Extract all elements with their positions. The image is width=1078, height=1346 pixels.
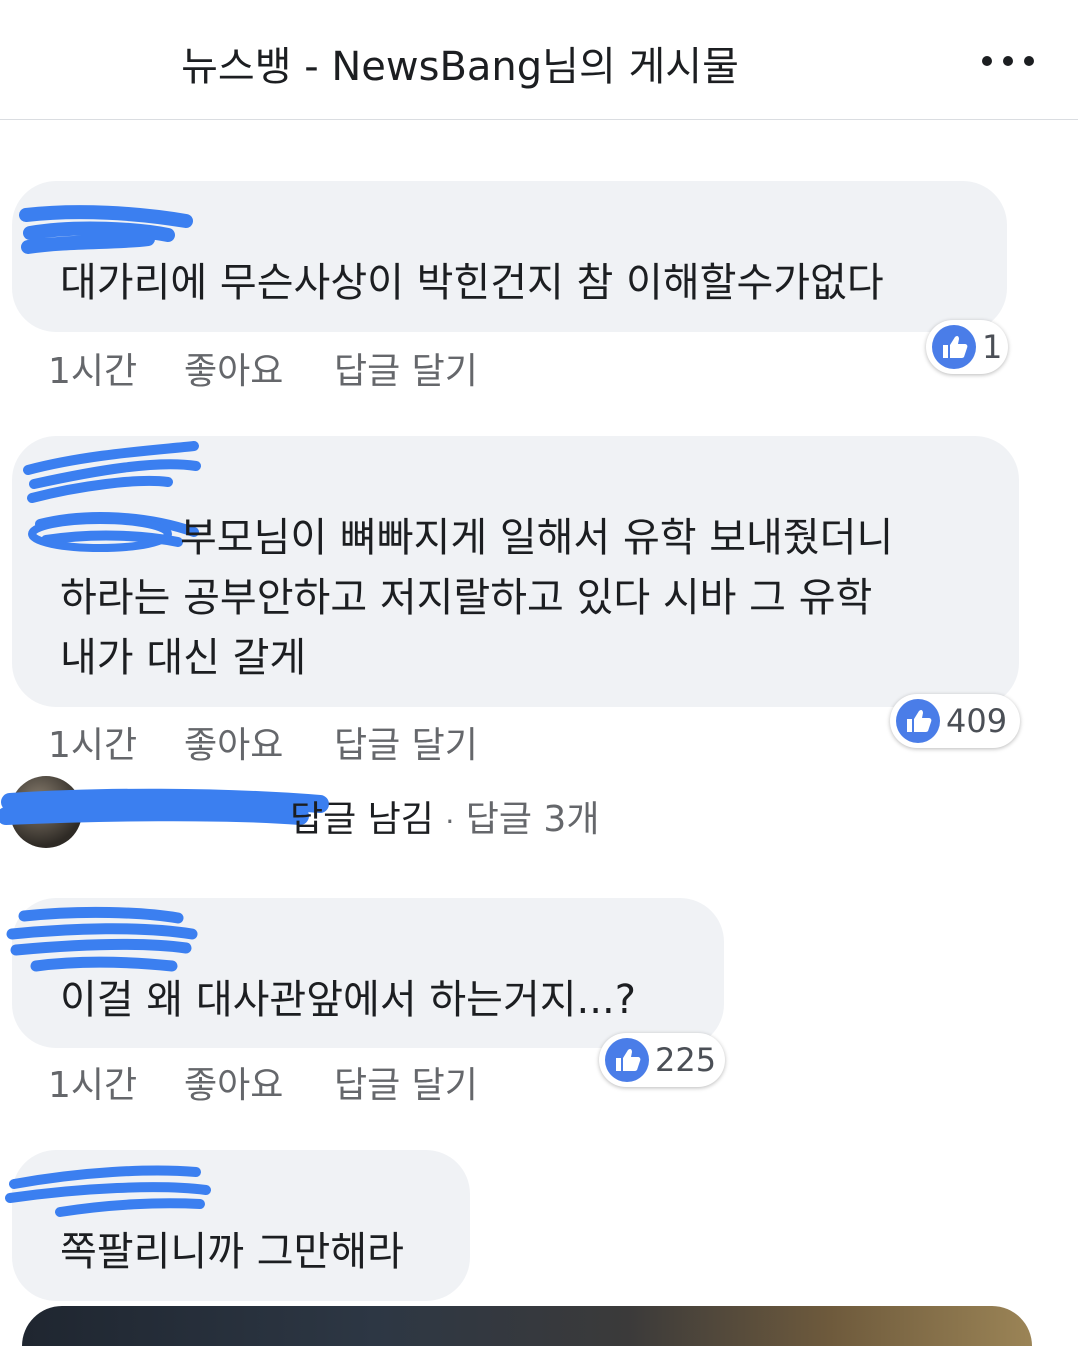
reaction-count-badge[interactable]: 1: [926, 320, 1008, 374]
reply-button[interactable]: 답글 달기: [334, 716, 478, 768]
redacted-name: [5, 1165, 211, 1217]
comment-bubble: 대가리에 무슨사상이 박힌건지 참 이해할수가없다: [12, 181, 1007, 332]
comment-time: 1시간: [48, 725, 138, 766]
reaction-count: 409: [946, 702, 1008, 740]
media-preview[interactable]: [22, 1306, 1032, 1346]
redacted-name: [0, 788, 329, 825]
comment-time: 1시간: [48, 1065, 138, 1106]
reaction-count: 225: [655, 1041, 717, 1079]
comment-text: 이걸 왜 대사관앞에서 하는거지...?: [60, 977, 636, 1023]
page-title: 뉴스뱅 - NewsBang님의 게시물: [181, 44, 739, 90]
replies-author-action: 답글 남김: [290, 799, 434, 840]
comment-text: 내가 대신 갈게: [60, 635, 307, 681]
comment-bubble: 부모님이 뼈빠지게 일해서 유학 보내줬더니 하라는 공부안하고 저지랄하고 있…: [12, 436, 1019, 707]
thumbs-up-icon: [605, 1038, 649, 1082]
reply-button[interactable]: 답글 달기: [334, 1056, 478, 1108]
comment-time: 1시간: [48, 351, 138, 392]
replies-summary[interactable]: 답글 남김 · 답글 3개: [290, 790, 599, 842]
reaction-count-badge[interactable]: 409: [890, 694, 1020, 748]
reaction-count: 1: [982, 328, 1003, 366]
comment-text: 부모님이 뼈빠지게 일해서 유학 보내줬더니: [180, 515, 894, 561]
comment-text: 쪽팔리니까 그만해라: [60, 1229, 404, 1275]
thumbs-up-icon: [896, 699, 940, 743]
post-header: 뉴스뱅 - NewsBang님의 게시물: [0, 0, 1078, 120]
comment-bubble: 이걸 왜 대사관앞에서 하는거지...?: [6, 898, 724, 1048]
like-button[interactable]: 좋아요: [184, 1056, 283, 1108]
comment-text: 대가리에 무슨사상이 박힌건지 참 이해할수가없다: [60, 260, 884, 306]
replies-count: 답글 3개: [465, 799, 600, 840]
thumbs-up-icon: [932, 325, 976, 369]
reply-button[interactable]: 답글 달기: [334, 342, 478, 394]
like-button[interactable]: 좋아요: [184, 342, 283, 394]
more-horizontal-icon[interactable]: [982, 56, 1034, 66]
comment-text: 하라는 공부안하고 저지랄하고 있다 시바 그 유학: [60, 575, 873, 621]
separator-dot: ·: [445, 805, 455, 838]
like-button[interactable]: 좋아요: [184, 716, 283, 768]
redacted-name: [19, 205, 193, 254]
reaction-count-badge[interactable]: 225: [599, 1033, 725, 1087]
comment-bubble: 쪽팔리니까 그만해라: [5, 1150, 470, 1301]
